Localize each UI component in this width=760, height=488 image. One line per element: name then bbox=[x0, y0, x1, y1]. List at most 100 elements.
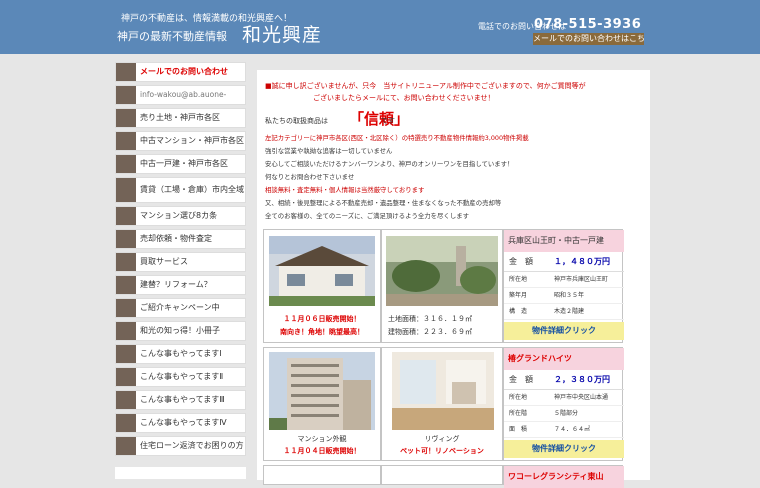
detail-label: 所在階 bbox=[509, 410, 528, 417]
price-label: 金 額 bbox=[509, 375, 533, 384]
site-logo[interactable]: 和光興産 bbox=[242, 20, 322, 47]
sidebar-item-label: 中古マンション・神戸市各区 bbox=[140, 136, 244, 145]
mail-contact-button[interactable]: メールでのお問い合わせはこちら bbox=[533, 33, 644, 45]
nav-square-icon bbox=[116, 414, 136, 432]
listing-2-price-row: 金 額 ２，３８０万円 bbox=[504, 370, 624, 390]
sidebar-item-label: 買取サービス bbox=[140, 257, 188, 266]
intro-line: 左記カテゴリーに神戸市各区(西区・北区除く）の特選売り不動産物件情報約3,000… bbox=[265, 134, 529, 142]
sidebar-item-label: 売却依頼・物件査定 bbox=[140, 234, 212, 243]
listing-3-info-cell: ワコーレグランシティ東山 bbox=[503, 465, 624, 488]
listing-2-info-cell: 椿グランドハイツ 金 額 ２，３８０万円 所在地 神戸市中央区山本通 所在階 ５階部… bbox=[503, 347, 624, 461]
sidebar-item-campaign[interactable]: ご紹介キャンペーン中 bbox=[115, 298, 246, 318]
listing-2-caption-line1: マンション外観 bbox=[297, 435, 347, 443]
sidebar-item-label: info-wakou@ab.auone- bbox=[140, 90, 227, 99]
listing-3-photo-cell-2 bbox=[381, 465, 503, 485]
nav-square-icon bbox=[116, 299, 136, 317]
nav-square-icon bbox=[116, 109, 136, 127]
sidebar-item-label: メールでのお問い合わせ bbox=[140, 67, 228, 76]
listing-2-photo-cell: マンション外観 １１月０４日販売開始！ bbox=[263, 347, 381, 461]
products-trust-word: 「信頼」 bbox=[349, 110, 410, 128]
sidebar-item-services-3[interactable]: こんな事もやってますⅢ bbox=[115, 390, 246, 410]
listing-1-detail-button[interactable]: 物件詳細クリック bbox=[504, 322, 624, 340]
sidebar-item-land[interactable]: 売り土地・神戸市各区 bbox=[115, 108, 246, 128]
sidebar-item-label: こんな事もやってますⅣ bbox=[140, 418, 227, 427]
nav-square-icon bbox=[116, 253, 136, 271]
sidebar-item-label: 和光の知っ得！小冊子 bbox=[140, 326, 220, 335]
listing-2-caption2-line1: リヴィング bbox=[424, 435, 460, 443]
header-subtitle: 神戸の最新不動産情報 bbox=[117, 30, 227, 43]
intro-line: 何なりとお問合わせ下さいませ bbox=[265, 173, 355, 181]
detail-value: ７４．６４㎡ bbox=[554, 426, 591, 433]
price-value: １，４８０万円 bbox=[554, 257, 610, 266]
sidebar-item-services-1[interactable]: こんな事もやってますⅠ bbox=[115, 344, 246, 364]
living-room-photo[interactable] bbox=[392, 352, 494, 430]
sidebar-item-label: こんな事もやってますⅠ bbox=[140, 349, 222, 358]
intro-line: 又、相続・後見整理による不動産売却・遺品整理・住まなくなった不動産の売却等 bbox=[265, 199, 502, 207]
listing-2-caption-line2: １１月０４日販売開始！ bbox=[283, 447, 361, 455]
sidebar-item-email-address[interactable]: info-wakou@ab.auone- bbox=[115, 85, 246, 105]
listing-1-caption-line2: 南向き！角地！眺望最高！ bbox=[280, 328, 364, 336]
nav-square-icon bbox=[116, 391, 136, 409]
sidebar-item-rebuild-reform[interactable]: 建替？リフォーム？ bbox=[115, 275, 246, 295]
listing-2-living-cell: リヴィング ペット可！リノベーション bbox=[381, 347, 503, 461]
phone-number: 078-515-3936 bbox=[534, 17, 642, 32]
sidebar-item-label: マンション選び8カ条 bbox=[140, 211, 218, 220]
sidebar-item-label: 売り土地・神戸市各区 bbox=[140, 113, 220, 122]
detail-label: 築年月 bbox=[509, 292, 528, 299]
sidebar-item-sale-request[interactable]: 売却依頼・物件査定 bbox=[115, 229, 246, 249]
nav-square-icon bbox=[116, 368, 136, 386]
sidebar-item-mail-contact[interactable]: メールでのお問い合わせ bbox=[115, 62, 246, 82]
sidebar-item-mansion-tips[interactable]: マンション選び8カ条 bbox=[115, 206, 246, 226]
listing-1-price-row: 金 額 １，４８０万円 bbox=[504, 252, 624, 272]
detail-value: 木造２階建 bbox=[554, 308, 585, 315]
detail-row: 面 積 ７４．６４㎡ bbox=[504, 422, 624, 438]
sidebar-item-label: 中古一戸建・神戸市各区 bbox=[140, 159, 228, 168]
detail-value: 神戸市中央区山本通 bbox=[554, 394, 609, 401]
sidebar-item-purchase-service[interactable]: 買取サービス bbox=[115, 252, 246, 272]
sidebar-item-label: こんな事もやってますⅢ bbox=[140, 395, 225, 404]
listing-3-photo-cell bbox=[263, 465, 381, 485]
intro-line: 安心してご相談いただけるナンバーワンより、神戸のオンリーワンを目指しています！ bbox=[265, 160, 514, 168]
nav-square-icon bbox=[116, 230, 136, 248]
sidebar-item-rental[interactable]: 賃貸（工場・倉庫）市内全域 bbox=[115, 177, 246, 203]
nav-square-icon bbox=[116, 178, 136, 202]
nav-square-icon bbox=[116, 437, 136, 455]
building-area: 建物面積：２２３．６９㎡ bbox=[388, 328, 472, 336]
nav-square-icon bbox=[116, 86, 136, 104]
listing-2-title: 椿グランドハイツ bbox=[504, 348, 624, 370]
nav-square-icon bbox=[116, 276, 136, 294]
sidebar-item-used-mansion[interactable]: 中古マンション・神戸市各区 bbox=[115, 131, 246, 151]
detail-row: 築年月 昭和３５年 bbox=[504, 288, 624, 304]
land-area: 土地面積：３１６．１９㎡ bbox=[388, 315, 472, 323]
nav-square-icon bbox=[116, 207, 136, 225]
listing-1-caption-line1: １１月０６日販売開始！ bbox=[283, 315, 361, 323]
nav-square-icon bbox=[116, 132, 136, 150]
price-value: ２，３８０万円 bbox=[554, 375, 610, 384]
renewal-notice-line-1: ■誠に申し訳ございませんが、只今 当サイトリニューアル制作中でございますので、何… bbox=[265, 82, 586, 90]
sidebar-item-services-4[interactable]: こんな事もやってますⅣ bbox=[115, 413, 246, 433]
sidebar-item-used-house[interactable]: 中古一戸建・神戸市各区 bbox=[115, 154, 246, 174]
mansion-exterior-photo[interactable] bbox=[269, 352, 375, 430]
sidebar-item-label: こんな事もやってますⅡ bbox=[140, 372, 224, 381]
listing-2-caption2-line2: ペット可！リノベーション bbox=[400, 447, 484, 455]
detail-value: ５階部分 bbox=[554, 410, 579, 417]
sidebar-item-booklet[interactable]: 和光の知っ得！小冊子 bbox=[115, 321, 246, 341]
detail-label: 構 造 bbox=[509, 308, 528, 315]
garden-photo[interactable] bbox=[386, 236, 498, 306]
detail-label: 所在地 bbox=[509, 276, 528, 283]
sidebar-item-services-2[interactable]: こんな事もやってますⅡ bbox=[115, 367, 246, 387]
main-content: ■誠に申し訳ございませんが、只今 当サイトリニューアル制作中でございますので、何… bbox=[257, 70, 650, 488]
listing-1-title: 兵庫区山王町・中古一戸建 bbox=[504, 230, 624, 252]
nav-square-icon bbox=[116, 322, 136, 340]
house-photo[interactable] bbox=[269, 236, 375, 306]
detail-label: 所在地 bbox=[509, 394, 528, 401]
detail-label: 面 積 bbox=[509, 426, 528, 433]
nav-square-icon bbox=[116, 63, 136, 81]
detail-value: 昭和３５年 bbox=[554, 292, 585, 299]
nav-square-icon bbox=[116, 155, 136, 173]
sidebar-item-loan-help[interactable]: 住宅ローン返済でお困りの方 bbox=[115, 436, 246, 456]
detail-row: 構 造 木造２階建 bbox=[504, 304, 624, 320]
listing-2-detail-button[interactable]: 物件詳細クリック bbox=[504, 440, 624, 458]
detail-value: 神戸市兵庫区山王町 bbox=[554, 276, 609, 283]
listing-3-title: ワコーレグランシティ東山 bbox=[504, 466, 624, 488]
